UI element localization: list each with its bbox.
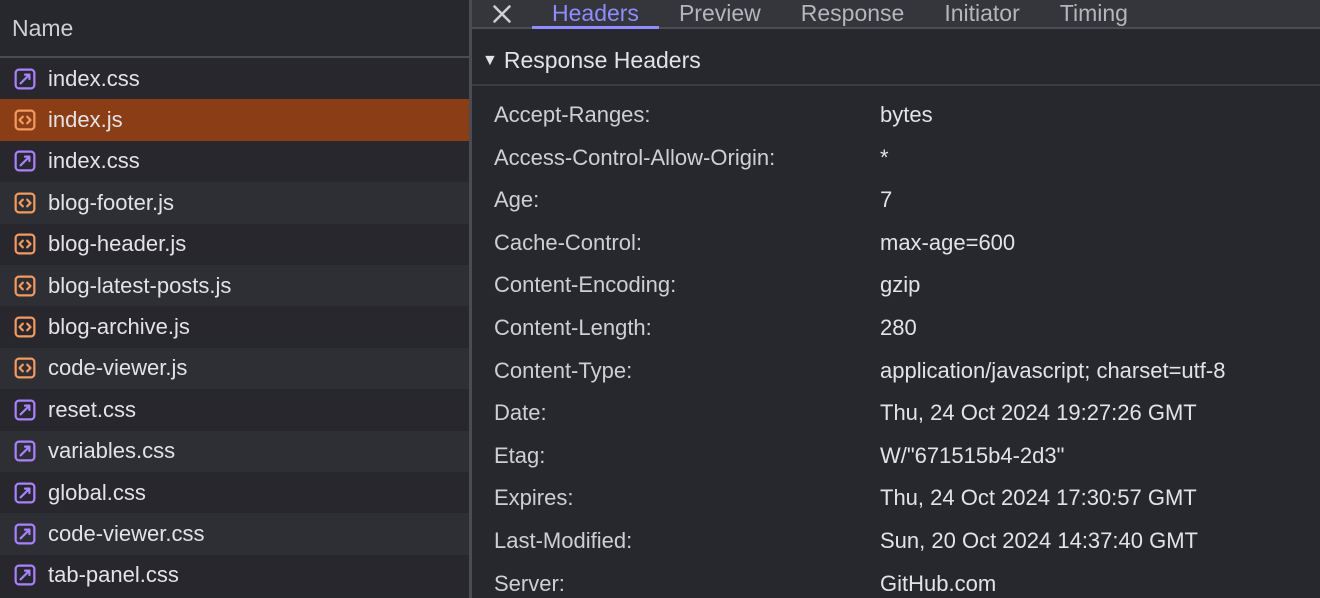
- tab-label: Timing: [1060, 0, 1128, 27]
- css-file-icon: [14, 150, 36, 172]
- tab-label: Headers: [552, 0, 639, 27]
- header-row: Cache-Control:max-age=600: [494, 222, 1302, 265]
- header-value: 7: [880, 186, 892, 215]
- request-row[interactable]: code-viewer.css: [0, 513, 469, 554]
- header-name: Content-Type:: [494, 357, 880, 386]
- header-name: Accept-Ranges:: [494, 101, 880, 130]
- request-filename: code-viewer.css: [48, 521, 205, 547]
- header-value: GitHub.com: [880, 570, 996, 598]
- header-row: Content-Length:280: [494, 307, 1302, 350]
- request-filename: index.css: [48, 148, 140, 174]
- header-value: application/javascript; charset=utf-8: [880, 357, 1225, 386]
- header-value: 280: [880, 314, 917, 343]
- response-headers-section: ▼ Response Headers Accept-Ranges:bytesAc…: [472, 29, 1320, 598]
- header-value: W/"671515b4-2d3": [880, 442, 1064, 471]
- request-filename: tab-panel.css: [48, 562, 179, 588]
- close-icon: [492, 4, 512, 24]
- request-row[interactable]: code-viewer.js: [0, 348, 469, 389]
- header-row: Server:GitHub.com: [494, 563, 1302, 598]
- header-value: max-age=600: [880, 229, 1015, 258]
- section-title: Response Headers: [504, 47, 701, 74]
- tab-response[interactable]: Response: [781, 0, 925, 27]
- network-request-list: Name index.css index.js index.css blog-foot…: [0, 0, 472, 598]
- request-row[interactable]: blog-footer.js: [0, 182, 469, 223]
- request-row[interactable]: index.js: [0, 99, 469, 140]
- response-headers-toggle[interactable]: ▼ Response Headers: [472, 39, 1320, 86]
- request-details-pane: Headers Preview Response Initiator Timing ▼ …: [472, 0, 1320, 598]
- header-name: Content-Encoding:: [494, 271, 880, 300]
- js-file-icon: [14, 357, 36, 379]
- header-value: bytes: [880, 101, 933, 130]
- header-name: Age:: [494, 186, 880, 215]
- header-name: Server:: [494, 570, 880, 598]
- tab-headers[interactable]: Headers: [532, 0, 659, 27]
- details-tabbar: Headers Preview Response Initiator Timing: [472, 0, 1320, 29]
- request-row[interactable]: blog-archive.js: [0, 306, 469, 347]
- request-filename: blog-header.js: [48, 231, 186, 257]
- header-name: Last-Modified:: [494, 527, 880, 556]
- header-value: Sun, 20 Oct 2024 14:37:40 GMT: [880, 527, 1198, 556]
- js-file-icon: [14, 109, 36, 131]
- tab-initiator[interactable]: Initiator: [924, 0, 1039, 27]
- header-row: Accept-Ranges:bytes: [494, 94, 1302, 137]
- request-filename: index.css: [48, 66, 140, 92]
- js-file-icon: [14, 275, 36, 297]
- tab-label: Preview: [679, 0, 761, 27]
- disclosure-triangle-icon: ▼: [482, 53, 498, 69]
- js-file-icon: [14, 192, 36, 214]
- header-value: Thu, 24 Oct 2024 17:30:57 GMT: [880, 484, 1197, 513]
- name-column-label: Name: [12, 15, 73, 42]
- request-row[interactable]: variables.css: [0, 431, 469, 472]
- header-name: Etag:: [494, 442, 880, 471]
- header-name: Cache-Control:: [494, 229, 880, 258]
- tab-preview[interactable]: Preview: [659, 0, 781, 27]
- request-row[interactable]: global.css: [0, 472, 469, 513]
- request-filename: reset.css: [48, 397, 136, 423]
- close-details-button[interactable]: [472, 0, 532, 27]
- request-row[interactable]: tab-panel.css: [0, 555, 469, 596]
- css-file-icon: [14, 564, 36, 586]
- devtools-network-panel: Name index.css index.js index.css blog-foot…: [0, 0, 1320, 598]
- header-name: Date:: [494, 399, 880, 428]
- header-row: Date:Thu, 24 Oct 2024 19:27:26 GMT: [494, 392, 1302, 435]
- request-row[interactable]: reset.css: [0, 389, 469, 430]
- header-row: Age:7: [494, 179, 1302, 222]
- header-row: Etag:W/"671515b4-2d3": [494, 435, 1302, 478]
- header-row: Access-Control-Allow-Origin:*: [494, 137, 1302, 180]
- css-file-icon: [14, 399, 36, 421]
- request-filename: blog-archive.js: [48, 314, 190, 340]
- request-row[interactable]: blog-latest-posts.js: [0, 265, 469, 306]
- header-row: Last-Modified:Sun, 20 Oct 2024 14:37:40 …: [494, 520, 1302, 563]
- tab-timing[interactable]: Timing: [1040, 0, 1148, 27]
- css-file-icon: [14, 482, 36, 504]
- header-value: Thu, 24 Oct 2024 19:27:26 GMT: [880, 399, 1197, 428]
- request-filename: code-viewer.js: [48, 355, 187, 381]
- request-row[interactable]: index.css: [0, 141, 469, 182]
- tab-label: Initiator: [944, 0, 1019, 27]
- request-filename: global.css: [48, 480, 146, 506]
- request-row[interactable]: blog-header.js: [0, 224, 469, 265]
- css-file-icon: [14, 440, 36, 462]
- header-row: Content-Encoding:gzip: [494, 264, 1302, 307]
- header-name: Access-Control-Allow-Origin:: [494, 144, 880, 173]
- request-filename: blog-footer.js: [48, 190, 174, 216]
- header-value: *: [880, 144, 889, 173]
- header-name: Expires:: [494, 484, 880, 513]
- css-file-icon: [14, 68, 36, 90]
- js-file-icon: [14, 316, 36, 338]
- request-rows: index.css index.js index.css blog-footer.js…: [0, 58, 469, 598]
- response-headers-list: Accept-Ranges:bytesAccess-Control-Allow-…: [472, 86, 1320, 598]
- request-filename: index.js: [48, 107, 123, 133]
- name-column-header[interactable]: Name: [0, 0, 469, 58]
- request-row[interactable]: index.css: [0, 58, 469, 99]
- header-value: gzip: [880, 271, 920, 300]
- header-row: Content-Type:application/javascript; cha…: [494, 350, 1302, 393]
- header-row: Expires:Thu, 24 Oct 2024 17:30:57 GMT: [494, 477, 1302, 520]
- js-file-icon: [14, 233, 36, 255]
- request-filename: blog-latest-posts.js: [48, 273, 231, 299]
- header-name: Content-Length:: [494, 314, 880, 343]
- tab-label: Response: [801, 0, 905, 27]
- request-filename: variables.css: [48, 438, 175, 464]
- css-file-icon: [14, 523, 36, 545]
